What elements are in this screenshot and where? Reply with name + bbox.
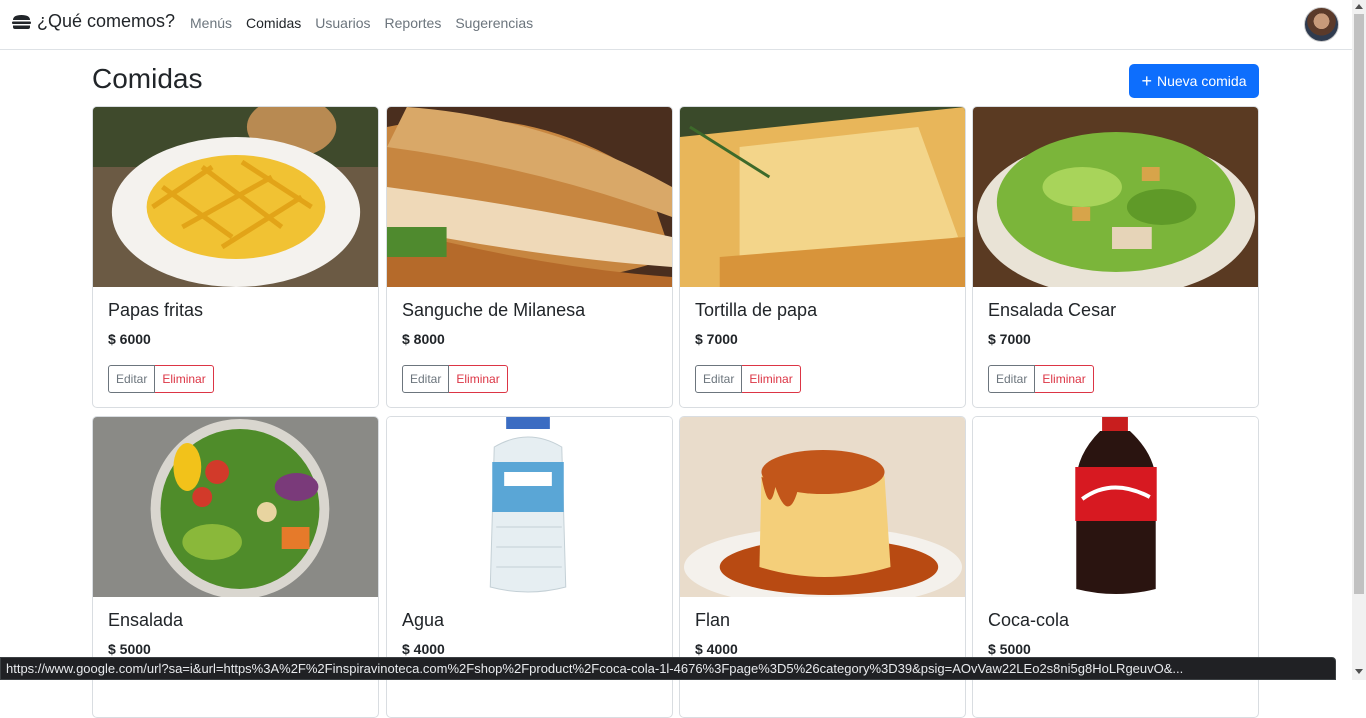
food-name: Agua [402,610,445,630]
delete-button[interactable]: Eliminar [742,365,801,393]
edit-button[interactable]: Editar [695,365,743,393]
food-price: $ 4000 [402,641,445,657]
food-price: $ 7000 [695,331,738,347]
food-name: Tortilla de papa [695,300,818,320]
food-card: Papas fritas $ 6000 Editar Eliminar [92,106,379,408]
page-scrollbar[interactable] [1352,0,1366,680]
scroll-down-arrow-icon[interactable] [1355,669,1363,674]
delete-button[interactable]: Eliminar [449,365,508,393]
brand[interactable]: ¿Qué comemos? [12,11,175,32]
food-card: Ensalada Cesar $ 7000 Editar Eliminar [972,106,1259,408]
caesar-salad-image [973,107,1258,287]
food-name: Flan [695,610,731,630]
nav-item-comidas[interactable]: Comidas [246,15,301,31]
brand-name: ¿Qué comemos? [37,11,176,31]
main-nav: Menús Comidas Usuarios Reportes Sugerenc… [190,15,533,31]
new-food-button[interactable]: + Nueva comida [1129,64,1259,98]
food-name: Ensalada Cesar [988,300,1117,320]
action-group: Editar Eliminar [695,365,801,393]
food-name: Ensalada [108,610,184,630]
burger-icon [12,14,31,29]
new-food-label: Nueva comida [1157,73,1247,89]
page-title: Comidas [92,63,203,94]
food-name: Papas fritas [108,300,204,320]
action-group: Editar Eliminar [988,365,1094,393]
scroll-thumb[interactable] [1354,14,1364,594]
scroll-up-arrow-icon[interactable] [1355,4,1363,9]
fries-image [93,107,378,287]
food-card: Tortilla de papa $ 7000 Editar Eliminar [679,106,966,408]
edit-button[interactable]: Editar [402,365,450,393]
nav-item-usuarios[interactable]: Usuarios [315,15,370,31]
delete-button[interactable]: Eliminar [155,365,214,393]
food-price: $ 5000 [108,641,151,657]
navbar: ¿Qué comemos? Menús Comidas Usuarios Rep… [0,0,1352,50]
avatar[interactable] [1304,7,1339,42]
plus-icon: + [1141,71,1152,91]
food-card: Sanguche de Milanesa $ 8000 Editar Elimi… [386,106,673,408]
flan-image [680,417,965,597]
coca-cola-image [973,417,1258,597]
food-price: $ 5000 [988,641,1031,657]
edit-button[interactable]: Editar [988,365,1036,393]
nav-item-sugerencias[interactable]: Sugerencias [455,15,533,31]
nav-item-reportes[interactable]: Reportes [385,15,442,31]
food-name: Coca-cola [988,610,1070,630]
action-group: Editar Eliminar [402,365,508,393]
nav-item-menus[interactable]: Menús [190,15,232,31]
tortilla-image [680,107,965,287]
edit-button[interactable]: Editar [108,365,156,393]
action-group: Editar Eliminar [108,365,214,393]
link-status-bar: https://www.google.com/url?sa=i&url=http… [0,657,1336,680]
food-price: $ 4000 [695,641,738,657]
food-name: Sanguche de Milanesa [402,300,586,320]
food-price: $ 8000 [402,331,445,347]
delete-button[interactable]: Eliminar [1035,365,1094,393]
food-price: $ 6000 [108,331,151,347]
food-price: $ 7000 [988,331,1031,347]
milanesa-sandwich-image [387,107,672,287]
salad-bowl-image [93,417,378,597]
water-bottle-image [387,417,672,597]
